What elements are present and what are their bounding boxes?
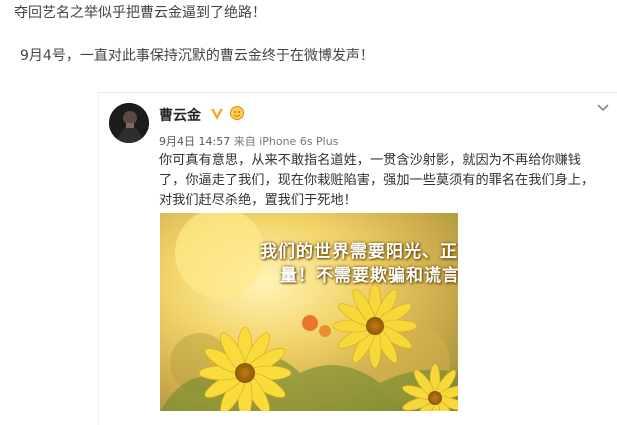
image-caption-line: 量！不需要欺骗和谎言！: [280, 266, 458, 286]
post-image[interactable]: 我们的世界需要阳光、正能 量！不需要欺骗和谎言！: [160, 213, 458, 411]
post-meta: 9月4日 14:57 来自 iPhone 6s Plus: [159, 133, 338, 149]
article-text-line: 9月4号，一直对此事保持沉默的曹云金终于在微博发声！: [20, 48, 374, 64]
chevron-down-icon[interactable]: [596, 103, 610, 113]
article-text-line: 夺回艺名之举似乎把曹云金逼到了绝路！: [14, 5, 266, 21]
author-name[interactable]: 曹云金: [159, 105, 201, 125]
post-text: 你可真有意思，从来不敢指名道姓，一贯含沙射影，就因为不再给你赚钱了，你逼走了我们…: [159, 153, 595, 208]
verified-v-icon: [211, 109, 223, 120]
avatar[interactable]: [109, 103, 149, 143]
image-caption-line: 我们的世界需要阳光、正能: [260, 242, 458, 262]
post-date[interactable]: 9月4日: [159, 135, 195, 148]
post-time[interactable]: 14:57: [199, 135, 231, 148]
member-badge-icon: [230, 106, 244, 120]
post-source: 来自 iPhone 6s Plus: [233, 135, 339, 148]
weibo-post-card: 曹云金 9月4日 14:57 来自 iPhone 6s Plus 你可真有意思，…: [98, 92, 617, 425]
